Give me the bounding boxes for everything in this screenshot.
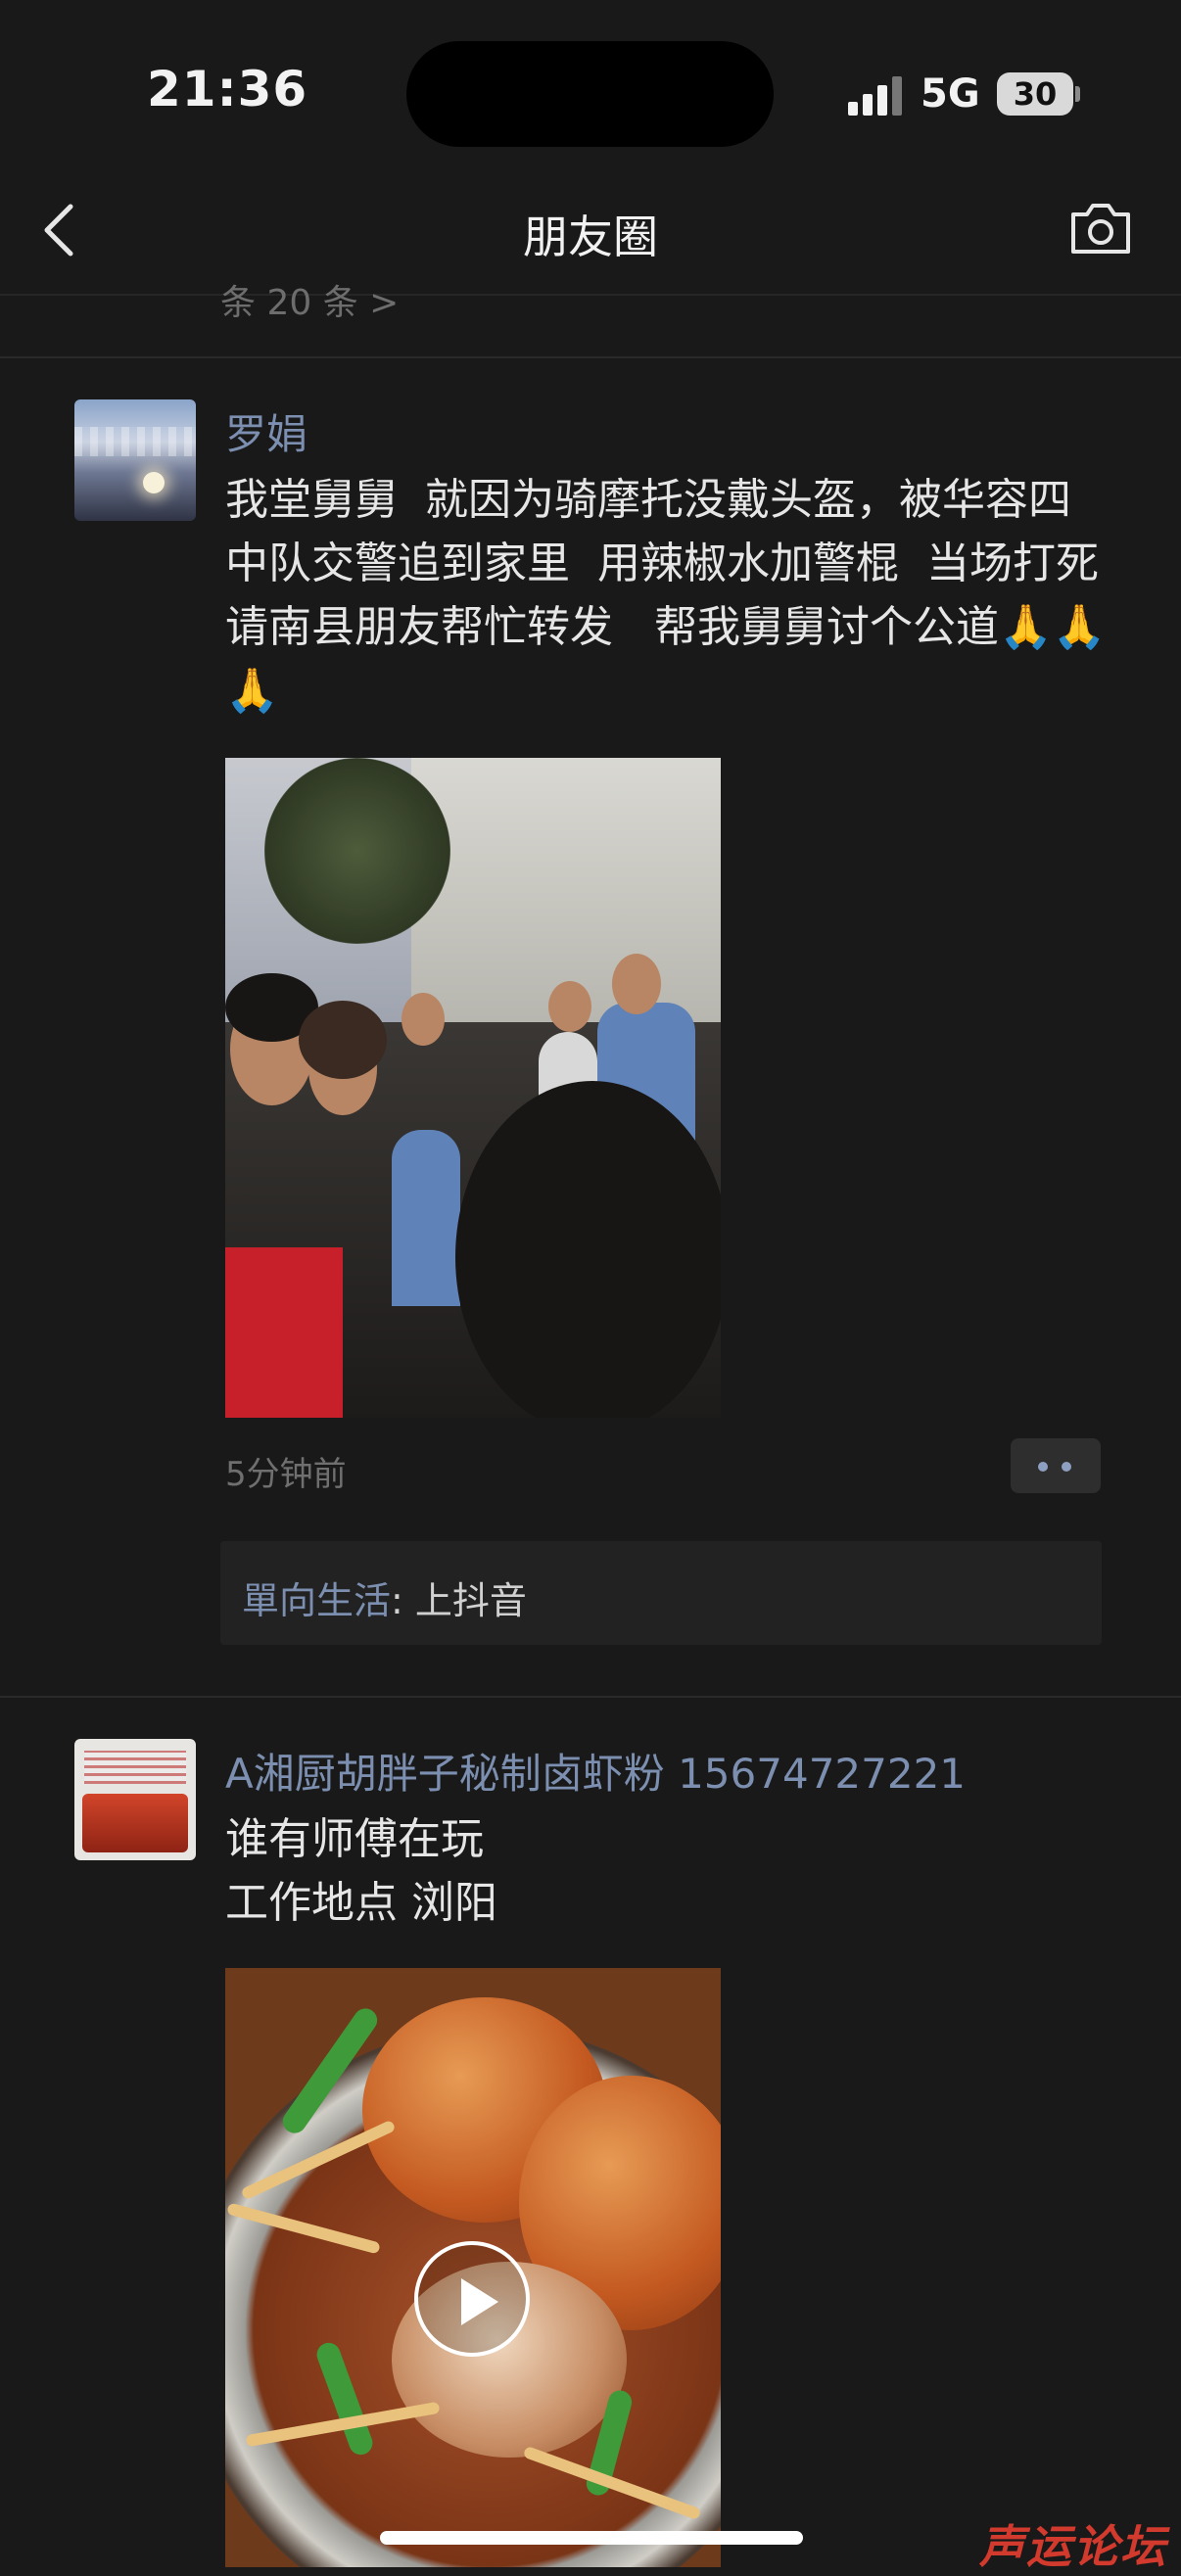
comment-author[interactable]: 單向生活: [242, 1579, 391, 1622]
post-divider: [0, 1696, 1181, 1698]
post-author[interactable]: 罗娟: [225, 401, 307, 461]
avatar[interactable]: [74, 1739, 196, 1860]
post-photo[interactable]: [225, 758, 721, 1418]
page-title: 朋友圈: [523, 211, 658, 263]
more-actions-button[interactable]: [1011, 1438, 1101, 1493]
signal-icon: [848, 76, 903, 116]
battery-tip: [1075, 86, 1080, 102]
comment-separator: :: [391, 1579, 415, 1622]
status-time: 21:36: [147, 61, 308, 117]
play-icon[interactable]: [414, 2241, 530, 2357]
dynamic-island: [406, 41, 774, 147]
post-timestamp: 5分钟前: [225, 1455, 347, 1494]
comment-box: 單向生活: 上抖音: [220, 1541, 1102, 1645]
comment-text: 上抖音: [414, 1579, 527, 1622]
post-video[interactable]: [225, 1968, 721, 2567]
post-text: 我堂舅舅 就因为骑摩托没戴头盔，被华容四中队交警追到家里 用辣椒水加警棍 当场打…: [225, 475, 1126, 716]
watermark: 声运论坛: [979, 2520, 1167, 2573]
post-text: 谁有师傅在玩 工作地点 浏阳: [225, 1814, 497, 1928]
comment-item[interactable]: 單向生活: 上抖音: [242, 1570, 527, 1624]
battery-icon: 30: [997, 72, 1073, 116]
previous-post-peek: 条 20 条 >: [220, 283, 400, 323]
network-label: 5G: [921, 71, 980, 117]
home-indicator[interactable]: [380, 2531, 803, 2545]
nav-divider: [0, 294, 1181, 296]
camera-icon[interactable]: [1067, 201, 1134, 258]
post-divider: [0, 356, 1181, 358]
post-author[interactable]: A湘厨胡胖子秘制卤虾粉 15674727221: [225, 1741, 966, 1801]
avatar[interactable]: [74, 399, 196, 521]
